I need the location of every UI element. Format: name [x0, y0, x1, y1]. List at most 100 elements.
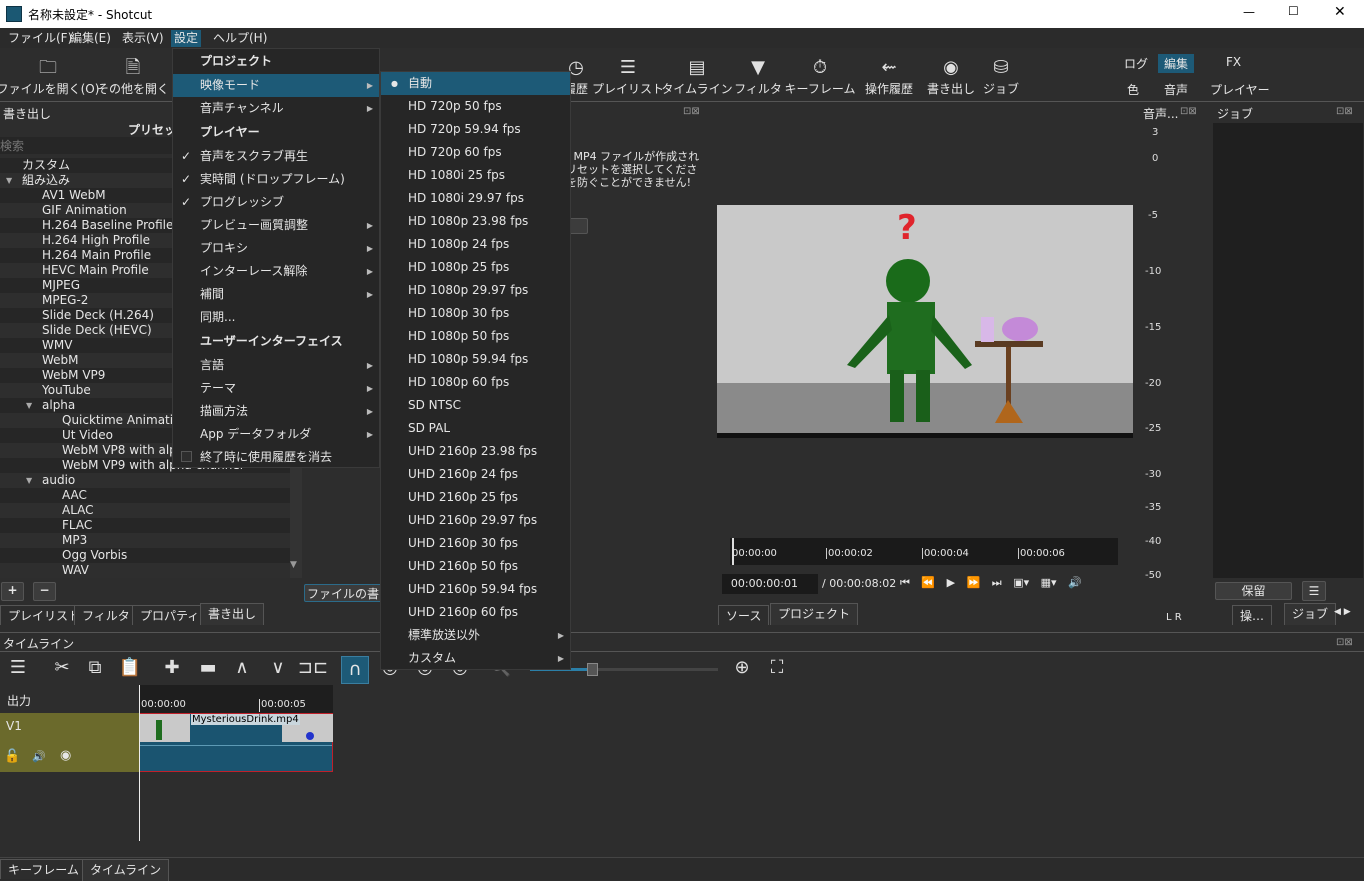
play-icon[interactable]: ▶ [947, 576, 955, 589]
preset-item[interactable]: AAC [0, 488, 290, 503]
track-header-v1[interactable]: V1 🔓 🔊 ◉ [0, 713, 139, 772]
overwrite-icon[interactable]: ∨ [271, 657, 284, 678]
preset-item[interactable]: MP3 [0, 533, 290, 548]
layout-color[interactable]: 色 [1121, 80, 1145, 99]
timeline-menu-icon[interactable]: ☰ [10, 657, 26, 678]
lock-icon[interactable]: 🔓 [4, 749, 20, 764]
add-preset-button[interactable]: + [1, 582, 24, 601]
video-mode-item[interactable]: UHD 2160p 25 fps [381, 486, 570, 509]
video-mode-item[interactable]: SD NTSC [381, 394, 570, 417]
checkbox[interactable] [181, 451, 192, 462]
keyframe-button[interactable]: ⏱ キーフレーム [785, 56, 856, 97]
history-button[interactable]: ⇜ 操作履歴 [865, 56, 913, 97]
layout-log[interactable]: ログ [1118, 54, 1154, 73]
open-other-button[interactable]: 🗎 その他を開く [97, 56, 169, 97]
video-mode-item[interactable]: HD 720p 59.94 fps [381, 118, 570, 141]
advanced-button[interactable] [568, 218, 588, 234]
layout-audio[interactable]: 音声 [1158, 80, 1194, 99]
split-icon[interactable]: ⊐⊏ [298, 657, 328, 678]
eye-icon[interactable]: ◉ [60, 748, 71, 763]
video-mode-item[interactable]: UHD 2160p 59.94 fps [381, 578, 570, 601]
rewind-icon[interactable]: ⏪ [921, 576, 935, 589]
zoom-in-icon[interactable]: ⊕ [734, 657, 749, 678]
preset-item[interactable]: ▼ audio [0, 473, 290, 488]
close-button[interactable]: ✕ [1334, 4, 1346, 20]
video-mode-item[interactable]: ● 自動 [381, 72, 570, 95]
video-mode-item[interactable]: UHD 2160p 60 fps [381, 601, 570, 624]
video-mode-item[interactable]: HD 1080p 60 fps [381, 371, 570, 394]
playlist-button[interactable]: ☰ プレイリスト [592, 56, 664, 97]
zoom-icon[interactable]: ▣▾ [1013, 576, 1029, 589]
settings-menu-item[interactable]: テーマ ▶ [173, 377, 379, 400]
copy-icon[interactable]: ⧉ [89, 657, 102, 678]
settings-menu-item[interactable]: 音声チャンネル ▶ [173, 97, 379, 120]
skip-end-icon[interactable]: ⏭ [992, 576, 1002, 589]
export-file-button[interactable]: ファイルの書き出 [304, 584, 384, 602]
settings-menu-item[interactable]: インターレース解除 ▶ [173, 260, 379, 283]
menu-view[interactable]: 表示(V) [119, 30, 167, 47]
jobs-undock-close-icon[interactable]: ⊡⊠ [1336, 106, 1353, 117]
video-mode-item[interactable]: HD 720p 60 fps [381, 141, 570, 164]
timeline-playhead[interactable] [139, 685, 140, 841]
video-preview[interactable]: ? [717, 205, 1133, 438]
layout-fx[interactable]: FX [1220, 54, 1247, 70]
tab-source[interactable]: ソース [718, 605, 770, 625]
layout-edit[interactable]: 編集 [1158, 54, 1195, 73]
tab-timeline[interactable]: タイムライン [82, 859, 170, 881]
lift-icon[interactable]: ∧ [235, 657, 248, 678]
settings-menu-item[interactable]: 補間 ▶ [173, 283, 379, 306]
paste-icon[interactable]: 📋 [119, 657, 141, 678]
playhead[interactable] [732, 538, 734, 565]
video-mode-item[interactable]: HD 1080p 30 fps [381, 302, 570, 325]
mute-icon[interactable]: 🔊 [32, 750, 46, 763]
tab-keyframes[interactable]: キーフレーム [0, 859, 87, 879]
zoom-slider-handle[interactable] [587, 663, 598, 676]
video-mode-item[interactable]: カスタム ▶ [381, 647, 570, 670]
video-mode-item[interactable]: HD 1080i 29.97 fps [381, 187, 570, 210]
tab-properties[interactable]: プロパティ [132, 605, 208, 625]
cut-icon[interactable]: ✂ [54, 657, 69, 678]
skip-start-icon[interactable]: ⏮ [900, 576, 910, 589]
zoom-fit-icon[interactable]: ⛶ [771, 657, 784, 678]
fast-forward-icon[interactable]: ⏩ [967, 576, 981, 589]
menu-settings[interactable]: 設定 [171, 30, 202, 47]
preset-item[interactable]: Ogg Vorbis [0, 548, 290, 563]
video-mode-item[interactable]: SD PAL [381, 417, 570, 440]
video-mode-item[interactable]: UHD 2160p 29.97 fps [381, 509, 570, 532]
expand-arrow-icon[interactable]: ▼ [26, 473, 32, 488]
remove-icon[interactable]: ▬ [199, 657, 216, 678]
timeline-clip[interactable]: MysteriousDrink.mp4 [139, 713, 333, 772]
video-mode-item[interactable]: HD 1080p 50 fps [381, 325, 570, 348]
video-mode-item[interactable]: UHD 2160p 24 fps [381, 463, 570, 486]
tab-scroll-arrows[interactable]: ◀ ▶ [1334, 607, 1351, 617]
timeline-button[interactable]: ▤ タイムライン [661, 56, 732, 97]
video-mode-item[interactable]: HD 1080p 59.94 fps [381, 348, 570, 371]
tab-history[interactable]: 操… [1232, 605, 1273, 625]
maximize-button[interactable]: ☐ [1288, 4, 1299, 18]
pause-jobs-button[interactable]: 保留 [1215, 582, 1292, 600]
filter-button[interactable]: ▼ フィルタ [734, 56, 782, 97]
jobs-button[interactable]: ⛁ ジョブ [983, 56, 1019, 97]
settings-menu-item[interactable]: 描画方法 ▶ [173, 400, 379, 423]
menu-help[interactable]: ヘルプ(H) [210, 30, 270, 47]
video-mode-item[interactable]: 標準放送以外 ▶ [381, 624, 570, 647]
settings-menu-item[interactable]: ✓ プログレッシブ [173, 191, 379, 214]
video-mode-item[interactable]: HD 1080p 25 fps [381, 256, 570, 279]
settings-menu-item[interactable]: App データフォルダ ▶ [173, 423, 379, 446]
video-mode-item[interactable]: HD 1080i 25 fps [381, 164, 570, 187]
settings-menu-item[interactable]: 言語 ▶ [173, 354, 379, 377]
video-mode-item[interactable]: HD 1080p 29.97 fps [381, 279, 570, 302]
tab-project[interactable]: プロジェクト [770, 603, 859, 625]
jobs-menu-button[interactable]: ☰ [1302, 581, 1326, 601]
video-mode-item[interactable]: HD 720p 50 fps [381, 95, 570, 118]
preset-item[interactable]: ALAC [0, 503, 290, 518]
tab-jobs[interactable]: ジョブ [1284, 603, 1337, 625]
settings-menu-item[interactable]: プレビュー画質調整 ▶ [173, 214, 379, 237]
undock-close-icon[interactable]: ⊡⊠ [683, 106, 700, 117]
export-button[interactable]: ◉ 書き出し [927, 56, 975, 97]
volume-icon[interactable]: 🔊 [1068, 576, 1082, 589]
remove-preset-button[interactable]: − [33, 582, 56, 601]
open-file-button[interactable]: 🗀 ファイルを開く(O) [0, 56, 99, 97]
video-mode-item[interactable]: HD 1080p 24 fps [381, 233, 570, 256]
video-mode-item[interactable]: UHD 2160p 50 fps [381, 555, 570, 578]
